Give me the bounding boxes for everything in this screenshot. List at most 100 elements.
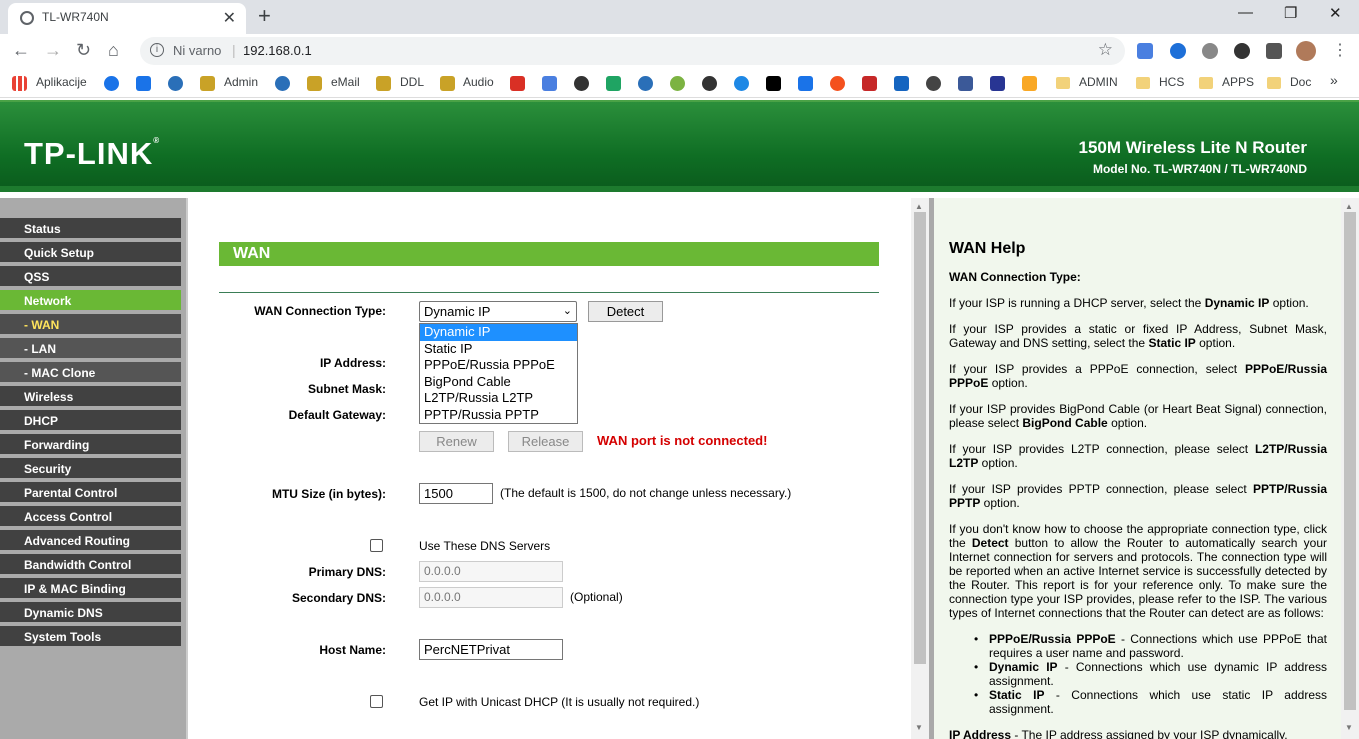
bookmark-folder-admin[interactable]: ADMIN <box>1079 75 1118 89</box>
scroll-down-icon[interactable]: ▼ <box>915 723 923 732</box>
network-icon[interactable] <box>275 76 290 91</box>
conn-type-select[interactable]: Dynamic IP ⌄ <box>419 301 577 322</box>
folder-icon[interactable] <box>1136 77 1150 89</box>
host-name-input[interactable]: PercNETPrivat <box>419 639 563 660</box>
option-bigpond[interactable]: BigPond Cable <box>420 374 577 391</box>
refresh-site-icon[interactable] <box>670 76 685 91</box>
menu-security[interactable]: Security <box>0 458 181 480</box>
option-dynamic-ip[interactable]: Dynamic IP <box>420 324 577 341</box>
shield-extension-icon[interactable] <box>1234 43 1250 59</box>
more-bookmarks-icon[interactable]: » <box>1330 72 1338 88</box>
primary-dns-input[interactable]: 0.0.0.0 <box>419 561 563 582</box>
menu-wan[interactable]: - WAN <box>0 314 181 336</box>
menu-parental-control[interactable]: Parental Control <box>0 482 181 504</box>
drive-icon[interactable] <box>440 76 455 91</box>
scroll-up-icon[interactable]: ▲ <box>915 202 923 211</box>
bookmark-folder-hcs[interactable]: HCS <box>1159 75 1184 89</box>
gmail-icon[interactable] <box>510 76 525 91</box>
main-scrollbar[interactable]: ▲ ▼ <box>911 198 929 739</box>
network-icon[interactable] <box>168 76 183 91</box>
option-static-ip[interactable]: Static IP <box>420 341 577 358</box>
use-dns-checkbox[interactable] <box>370 539 383 552</box>
menu-dynamic-dns[interactable]: Dynamic DNS <box>0 602 181 624</box>
maximize-icon[interactable]: ❐ <box>1284 4 1297 22</box>
menu-network[interactable]: Network <box>0 290 181 312</box>
bookmark-admin[interactable]: Admin <box>224 75 258 89</box>
bookmark-folder-doc[interactable]: Doc <box>1290 75 1311 89</box>
apps-grid-icon[interactable] <box>12 76 27 91</box>
menu-icon[interactable]: ⋮ <box>1332 40 1348 60</box>
option-pptp[interactable]: PPTP/Russia PPTP <box>420 407 577 424</box>
scroll-up-icon[interactable]: ▲ <box>1345 202 1353 211</box>
news-site-icon[interactable] <box>862 76 877 91</box>
ip-info-icon[interactable] <box>894 76 909 91</box>
facebook-icon[interactable] <box>958 76 973 91</box>
forward-icon[interactable]: → <box>44 40 62 61</box>
speed-site-icon[interactable] <box>830 76 845 91</box>
bookmark-ddl[interactable]: DDL <box>400 75 424 89</box>
menu-dhcp[interactable]: DHCP <box>0 410 181 432</box>
drive-icon[interactable] <box>307 76 322 91</box>
detect-button[interactable]: Detect <box>588 301 663 322</box>
web-extension-icon[interactable] <box>1202 43 1218 59</box>
gear-icon[interactable] <box>104 76 119 91</box>
menu-advanced-routing[interactable]: Advanced Routing <box>0 530 181 552</box>
menu-forwarding[interactable]: Forwarding <box>0 434 181 456</box>
profile-icon[interactable] <box>1296 41 1316 61</box>
address-bar[interactable]: i Ni varno | 192.168.0.1 ☆ <box>140 37 1125 65</box>
folder-icon[interactable] <box>1267 77 1281 89</box>
new-tab-button[interactable]: + <box>258 3 271 29</box>
secondary-dns-input[interactable]: 0.0.0.0 <box>419 587 563 608</box>
url-text[interactable]: 192.168.0.1 <box>243 43 312 58</box>
menu-ip-mac-binding[interactable]: IP & MAC Binding <box>0 578 181 600</box>
menu-access-control[interactable]: Access Control <box>0 506 181 528</box>
mtu-input[interactable]: 1500 <box>419 483 493 504</box>
sigma-icon[interactable] <box>990 76 1005 91</box>
puzzle-icon[interactable] <box>136 76 151 91</box>
drive-icon[interactable] <box>376 76 391 91</box>
unicast-dhcp-checkbox[interactable] <box>370 695 383 708</box>
home-icon[interactable]: ⌂ <box>108 40 119 61</box>
translate-icon[interactable] <box>1137 43 1153 59</box>
menu-bandwidth-control[interactable]: Bandwidth Control <box>0 554 181 576</box>
menu-quick-setup[interactable]: Quick Setup <box>0 242 181 264</box>
main-scroll-thumb[interactable] <box>914 212 926 664</box>
folder-icon[interactable] <box>1199 77 1213 89</box>
back-icon[interactable]: ← <box>12 40 30 61</box>
circle-site-icon[interactable] <box>734 76 749 91</box>
bookmark-icon[interactable] <box>574 76 589 91</box>
ip-site-icon[interactable] <box>766 76 781 91</box>
bookmark-apps[interactable]: Aplikacije <box>36 75 87 89</box>
reload-icon[interactable]: ↻ <box>76 40 91 61</box>
menu-mac-clone[interactable]: - MAC Clone <box>0 362 181 384</box>
bookmark-folder-apps[interactable]: APPS <box>1222 75 1254 89</box>
browser-tab[interactable]: TL-WR740N ✕ <box>8 3 246 34</box>
menu-lan[interactable]: - LAN <box>0 338 181 360</box>
google-drive-icon[interactable] <box>606 76 621 91</box>
help-scroll-thumb[interactable] <box>1344 212 1356 710</box>
menu-wireless[interactable]: Wireless <box>0 386 181 408</box>
menu-system-tools[interactable]: System Tools <box>0 626 181 648</box>
gauge-icon[interactable] <box>926 76 941 91</box>
option-pppoe[interactable]: PPPoE/Russia PPPoE <box>420 357 577 374</box>
translate-icon[interactable] <box>542 76 557 91</box>
extension-icon[interactable] <box>1266 43 1282 59</box>
window-close-icon[interactable]: ✕ <box>1329 4 1342 22</box>
option-l2tp[interactable]: L2TP/Russia L2TP <box>420 390 577 407</box>
help-scrollbar[interactable]: ▲ ▼ <box>1341 198 1359 739</box>
close-tab-icon[interactable]: ✕ <box>223 8 236 28</box>
bookmark-icon[interactable] <box>702 76 717 91</box>
bookmark-email[interactable]: eMail <box>331 75 360 89</box>
menu-status[interactable]: Status <box>0 218 181 240</box>
info-icon[interactable]: i <box>150 43 164 57</box>
drive-icon[interactable] <box>200 76 215 91</box>
wifi-site-icon[interactable] <box>798 76 813 91</box>
scroll-down-icon[interactable]: ▼ <box>1345 723 1353 732</box>
minimize-icon[interactable]: — <box>1238 4 1253 21</box>
menu-qss[interactable]: QSS <box>0 266 181 288</box>
release-button[interactable]: Release <box>508 431 583 452</box>
chart-site-icon[interactable] <box>1022 76 1037 91</box>
network-icon[interactable] <box>638 76 653 91</box>
ip-extension-icon[interactable] <box>1170 43 1186 59</box>
star-icon[interactable]: ☆ <box>1098 40 1113 60</box>
